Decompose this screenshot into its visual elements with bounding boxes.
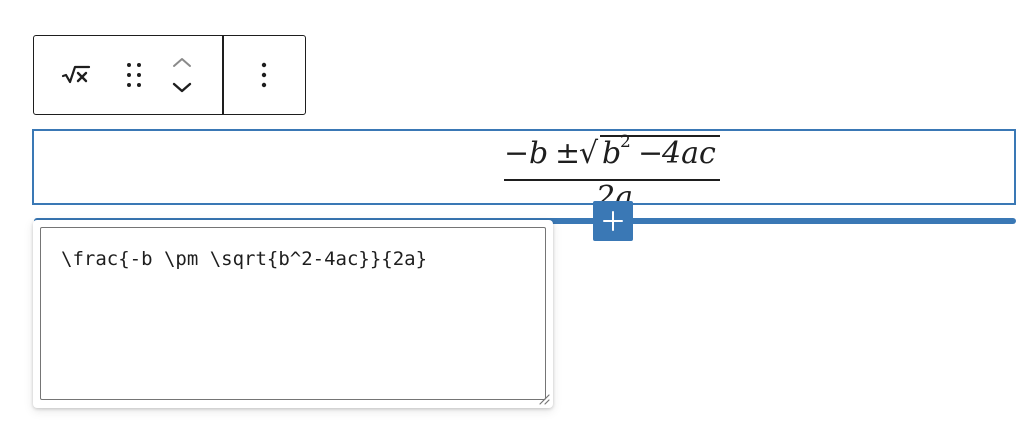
radicand-4ac: 4ac [662, 136, 716, 171]
latex-textarea[interactable]: \frac{-b \pm \sqrt{b^2-4ac}}{2a} [40, 227, 546, 400]
exponent-2: 2 [620, 132, 631, 152]
toolbar-options-group [224, 36, 306, 114]
formula-numerator: − b ± √ b 2 − 4ac [504, 132, 720, 176]
chevron-up-icon [173, 58, 191, 67]
plus-icon [603, 211, 623, 231]
chevron-down-icon [172, 82, 192, 93]
move-down-button[interactable] [168, 77, 196, 99]
latex-popover: \frac{-b \pm \sqrt{b^2-4ac}}{2a} [33, 220, 553, 408]
drag-handle-icon [127, 63, 141, 87]
minus-sign: − [504, 136, 530, 171]
block-toolbar [33, 35, 306, 115]
radicand-minus: − [638, 136, 664, 171]
variable-b: b [529, 136, 549, 171]
plus-minus-sign: ± [555, 136, 581, 171]
block-options-button[interactable] [249, 55, 279, 95]
block-type-button[interactable] [58, 55, 94, 95]
rendered-formula: − b ± √ b 2 − 4ac 2a [504, 132, 720, 203]
block-inserter-button[interactable] [593, 201, 633, 241]
vertical-ellipsis-icon [262, 62, 267, 88]
radicand-b: b [602, 136, 622, 171]
math-block[interactable]: − b ± √ b 2 − 4ac 2a [32, 129, 1016, 205]
toolbar-main-group [34, 36, 222, 114]
sqrt-sign: √ [579, 136, 599, 171]
resize-handle-icon[interactable] [538, 393, 550, 405]
editor-canvas: − b ± √ b 2 − 4ac 2a \frac{-b \pm \sqrt{… [0, 0, 1024, 438]
block-mover [168, 51, 196, 99]
move-up-button[interactable] [168, 51, 196, 73]
drag-handle-button[interactable] [116, 55, 152, 95]
square-root-x-icon [61, 65, 91, 84]
